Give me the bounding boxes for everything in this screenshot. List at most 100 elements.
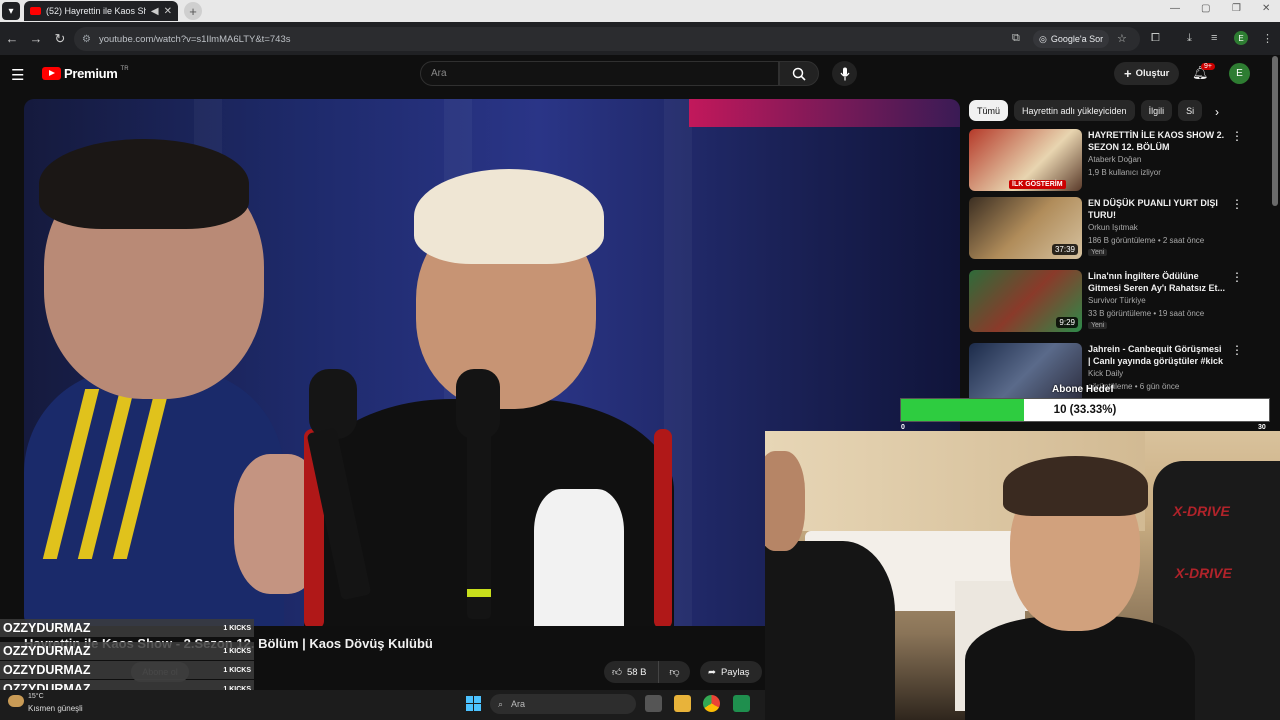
chair-logo: X-DRIVE bbox=[1173, 503, 1230, 519]
plus-icon: + bbox=[1124, 66, 1132, 81]
chip-uploader[interactable]: Hayrettin adlı yükleyiciden bbox=[1014, 100, 1135, 121]
microphone-icon bbox=[840, 67, 849, 80]
task-view-icon[interactable] bbox=[645, 695, 662, 712]
tab-close-icon[interactable]: ✕ bbox=[164, 6, 172, 17]
taskbar-search[interactable]: ⌕ Ara bbox=[490, 694, 636, 714]
recommendation-item[interactable]: İLK GÖSTERİM HAYRETTİN İLE KAOS SHOW 2. … bbox=[969, 129, 1249, 193]
rec-title[interactable]: Jahrein - Canbequit Görüşmesi | Canlı ya… bbox=[1088, 343, 1226, 367]
address-bar[interactable]: ⚙ youtube.com/watch?v=s1IlmMA6LTY&t=743s bbox=[74, 27, 1140, 51]
create-label: Oluştur bbox=[1135, 68, 1170, 79]
recommendation-item[interactable]: 37:39 EN DÜŞÜK PUANLI YURT DIŞI TURU! Or… bbox=[969, 197, 1249, 261]
duration-badge: 9:29 bbox=[1056, 317, 1078, 328]
kick-alert: OZZYDURMAZ 1 KICKS bbox=[0, 661, 254, 679]
rec-title[interactable]: HAYRETTİN İLE KAOS SHOW 2. SEZON 12. BÖL… bbox=[1088, 129, 1226, 153]
rec-channel[interactable]: Orkun Işıtmak bbox=[1088, 223, 1138, 232]
chip-all[interactable]: Tümü bbox=[969, 100, 1009, 121]
minimize-icon[interactable]: — bbox=[1170, 3, 1180, 14]
thumbs-down-icon: 👎︎ bbox=[669, 667, 680, 678]
media-icon[interactable]: ≡ bbox=[1211, 32, 1217, 44]
notification-count-badge: 9+ bbox=[1201, 63, 1215, 70]
kick-username: OZZYDURMAZ bbox=[3, 621, 91, 635]
close-window-icon[interactable]: ✕ bbox=[1262, 3, 1270, 14]
weather-description: Kısmen güneşli bbox=[28, 704, 83, 713]
tab-search-icon[interactable]: ▾ bbox=[2, 2, 20, 20]
weather-temperature: 15°C bbox=[28, 693, 44, 700]
reload-icon[interactable]: ↻ bbox=[48, 31, 72, 47]
create-button[interactable]: + Oluştur bbox=[1114, 62, 1180, 85]
goal-max-label: 30 bbox=[1258, 424, 1266, 431]
rec-channel[interactable]: Ataberk Doğan bbox=[1088, 155, 1141, 164]
chip-more[interactable]: Si bbox=[1178, 100, 1203, 121]
kick-alert: OZZYDURMAZ 1 KICKS bbox=[0, 642, 254, 660]
search-button[interactable] bbox=[779, 61, 819, 86]
kick-username: OZZYDURMAZ bbox=[3, 663, 91, 677]
region-label: TR bbox=[120, 66, 129, 72]
menu-icon[interactable]: ☰ bbox=[11, 66, 24, 84]
speaker-icon[interactable]: ◀ bbox=[151, 6, 159, 17]
dislike-button[interactable]: 👎︎ bbox=[658, 661, 690, 683]
extensions-icon[interactable]: ⧠ bbox=[1151, 32, 1160, 45]
kick-amount: 1 KICKS bbox=[223, 647, 251, 655]
profile-switcher-icon[interactable]: ▢ bbox=[1201, 3, 1210, 14]
download-icon[interactable]: ⤓ bbox=[1187, 32, 1192, 45]
brand-label: Premium bbox=[64, 66, 118, 81]
search-icon: ⌕ bbox=[498, 698, 504, 709]
kick-alert: OZZYDURMAZ 1 KICKS bbox=[0, 619, 254, 637]
video-thumbnail[interactable]: 37:39 bbox=[969, 197, 1082, 259]
chip-related[interactable]: İlgili bbox=[1140, 100, 1173, 121]
video-thumbnail[interactable]: 9:29 bbox=[969, 270, 1082, 332]
chevron-right-icon[interactable]: › bbox=[1215, 105, 1219, 119]
back-icon[interactable]: ← bbox=[0, 31, 24, 46]
search-input[interactable]: Ara bbox=[420, 61, 779, 86]
stage-light bbox=[689, 99, 960, 127]
tab-title: (52) Hayrettin ile Kaos Show bbox=[46, 6, 146, 16]
rec-meta: 33 B görüntüleme • 19 saat önce bbox=[1088, 309, 1205, 318]
thumbs-up-icon: 👍︎ bbox=[612, 667, 622, 678]
browser-profile-avatar[interactable]: E bbox=[1234, 31, 1248, 45]
rec-channel[interactable]: Survivor Türkiye bbox=[1088, 296, 1146, 305]
maximize-icon[interactable]: ❐ bbox=[1232, 3, 1241, 14]
page-scrollbar[interactable] bbox=[1272, 56, 1278, 206]
youtube-favicon-icon bbox=[30, 7, 41, 15]
chrome-icon[interactable] bbox=[703, 695, 720, 712]
new-tab-button[interactable]: + bbox=[184, 2, 202, 20]
second-person-head bbox=[765, 451, 805, 551]
youtube-logo[interactable]: Premium TR bbox=[42, 66, 129, 81]
forward-icon[interactable]: → bbox=[24, 31, 48, 46]
recommendation-item[interactable]: 9:29 Lina'nın İngiltere Ödülüne Gitmesi … bbox=[969, 270, 1249, 334]
streamer-webcam: X-DRIVE X-DRIVE bbox=[765, 431, 1280, 720]
avatar[interactable]: E bbox=[1229, 63, 1250, 84]
video-thumbnail[interactable]: İLK GÖSTERİM bbox=[969, 129, 1082, 191]
more-options-icon[interactable]: ⋮ bbox=[1231, 343, 1243, 357]
site-info-icon[interactable]: ⚙ bbox=[82, 34, 91, 45]
start-button[interactable] bbox=[466, 696, 481, 711]
file-explorer-icon[interactable] bbox=[674, 695, 691, 712]
google-ask-button[interactable]: ◎ Google'a Sor bbox=[1033, 30, 1110, 48]
kick-app-icon[interactable] bbox=[733, 695, 750, 712]
browser-tab-youtube[interactable]: (52) Hayrettin ile Kaos Show ◀ ✕ bbox=[24, 1, 178, 21]
streamer-hair bbox=[1003, 456, 1148, 516]
install-app-icon[interactable]: ⧉ bbox=[1012, 32, 1020, 45]
jacket-panel bbox=[534, 489, 624, 626]
more-options-icon[interactable]: ⋮ bbox=[1231, 270, 1243, 284]
bookmark-star-icon[interactable]: ☆ bbox=[1117, 32, 1127, 45]
youtube-play-icon bbox=[42, 67, 61, 80]
rec-title[interactable]: EN DÜŞÜK PUANLI YURT DIŞI TURU! bbox=[1088, 197, 1226, 221]
rec-title[interactable]: Lina'nın İngiltere Ödülüne Gitmesi Seren… bbox=[1088, 270, 1226, 294]
video-thumbnail[interactable] bbox=[969, 343, 1082, 405]
second-person bbox=[765, 541, 895, 720]
browser-menu-icon[interactable]: ⋮ bbox=[1262, 32, 1273, 45]
share-label: Paylaş bbox=[720, 666, 750, 678]
rec-channel[interactable]: Kick Daily bbox=[1088, 369, 1123, 378]
voice-search-button[interactable] bbox=[832, 61, 857, 86]
more-options-icon[interactable]: ⋮ bbox=[1231, 197, 1243, 211]
url-text: youtube.com/watch?v=s1IlmMA6LTY&t=743s bbox=[98, 33, 291, 45]
share-button[interactable]: ➦ Paylaş bbox=[700, 661, 762, 683]
new-badge: Yeni bbox=[1088, 322, 1108, 329]
like-button[interactable]: 👍︎ 58 B bbox=[604, 661, 658, 683]
more-options-icon[interactable]: ⋮ bbox=[1231, 129, 1243, 143]
weather-icon[interactable] bbox=[8, 695, 24, 707]
premiere-badge: İLK GÖSTERİM bbox=[1009, 180, 1066, 189]
microphone-ring bbox=[467, 589, 491, 597]
streamer-body bbox=[965, 616, 1195, 720]
